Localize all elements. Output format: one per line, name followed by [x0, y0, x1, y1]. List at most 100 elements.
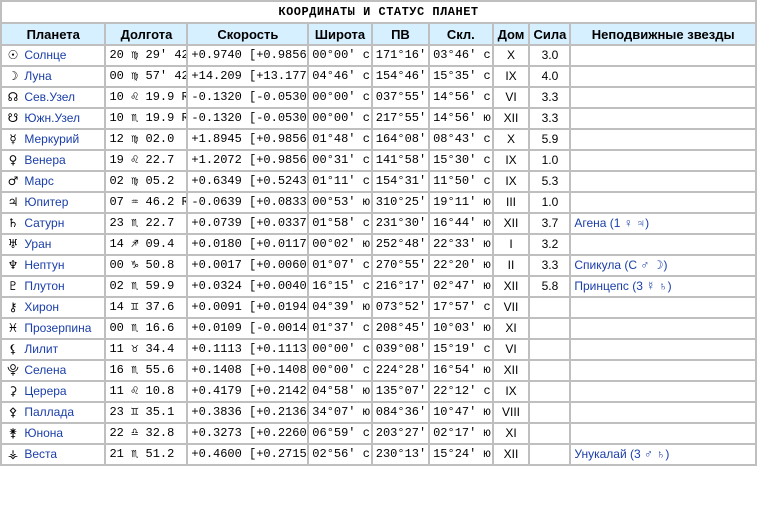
- speed-cell: +0.9740 [+0.9856]: [188, 46, 308, 65]
- planet-link[interactable]: Марс: [24, 174, 53, 188]
- planet-symbol-icon: ☽: [7, 69, 19, 83]
- decl-cell: 22°20' ю: [430, 256, 492, 275]
- planet-link[interactable]: Церера: [24, 384, 66, 398]
- planet-name-cell[interactable]: ♅ Уран: [2, 235, 105, 254]
- planet-name-cell[interactable]: ☿ Меркурий: [2, 130, 105, 149]
- table-row: ♓ Прозерпина 00 ♏ 16.6 +0.0109 [-0.0014] 01…: [2, 319, 755, 338]
- latitude-cell: 00°00' с: [309, 88, 371, 107]
- power-cell: 3.0: [530, 46, 570, 65]
- planet-link[interactable]: Хирон: [24, 300, 59, 314]
- planet-link[interactable]: Солнце: [24, 48, 66, 62]
- house-cell: I: [493, 235, 529, 254]
- planet-name-cell[interactable]: ⚵ Юнона: [2, 424, 105, 443]
- planet-name-cell[interactable]: ⚷ Хирон: [2, 298, 105, 317]
- decl-cell: 02°47' ю: [430, 277, 492, 296]
- planet-link[interactable]: Сатурн: [24, 216, 64, 230]
- planet-name-cell[interactable]: ⚸ Лилит: [2, 340, 105, 359]
- fixed-stars-cell[interactable]: Унукалай (3 ♂ ♄): [571, 445, 755, 464]
- speed-cell: -0.1320 [-0.0530]: [188, 88, 308, 107]
- fixed-stars-cell[interactable]: [571, 403, 755, 422]
- fixed-stars-cell[interactable]: [571, 340, 755, 359]
- speed-cell: +0.0180 [+0.0117]: [188, 235, 308, 254]
- latitude-cell: 01°11' с: [309, 172, 371, 191]
- planet-link[interactable]: Паллада: [24, 405, 74, 419]
- planet-link[interactable]: Селена: [24, 363, 66, 377]
- planet-name-cell[interactable]: ⯓ Селена: [2, 361, 105, 380]
- planet-link[interactable]: Нептун: [24, 258, 64, 272]
- planet-name-cell[interactable]: ⚴ Паллада: [2, 403, 105, 422]
- planet-name-cell[interactable]: ☊ Сев.Узел: [2, 88, 105, 107]
- planet-link[interactable]: Сев.Узел: [24, 90, 75, 104]
- decl-cell: 10°03' ю: [430, 319, 492, 338]
- fixed-stars-cell[interactable]: [571, 235, 755, 254]
- planet-name-cell[interactable]: ☉ Солнце: [2, 46, 105, 65]
- planet-link[interactable]: Лилит: [24, 342, 58, 356]
- fixed-stars-cell[interactable]: [571, 424, 755, 443]
- planet-link[interactable]: Венера: [24, 153, 65, 167]
- longitude-cell: 20 ♍ 29' 42": [106, 46, 187, 65]
- longitude-cell: 19 ♌ 22.7: [106, 151, 187, 170]
- fixed-stars-cell[interactable]: Агена (1 ♀ ♃): [571, 214, 755, 233]
- longitude-cell: 22 ♎ 32.8: [106, 424, 187, 443]
- header-house: Дом: [493, 24, 529, 44]
- ra-cell: 141°58': [372, 151, 429, 170]
- planet-link[interactable]: Юпитер: [24, 195, 68, 209]
- planet-name-cell[interactable]: ♓ Прозерпина: [2, 319, 105, 338]
- planet-name-cell[interactable]: ♂ Марс: [2, 172, 105, 191]
- planet-name-cell[interactable]: ⚶ Веста: [2, 445, 105, 464]
- planet-link[interactable]: Меркурий: [24, 132, 79, 146]
- planet-name-cell[interactable]: ♄ Сатурн: [2, 214, 105, 233]
- fixed-stars-cell[interactable]: [571, 319, 755, 338]
- fixed-stars-cell[interactable]: [571, 109, 755, 128]
- fixed-stars-cell[interactable]: [571, 193, 755, 212]
- ra-cell: 164°08': [372, 130, 429, 149]
- speed-cell: +0.3836 [+0.2136]: [188, 403, 308, 422]
- house-cell: XII: [493, 214, 529, 233]
- house-cell: VI: [493, 88, 529, 107]
- planet-link[interactable]: Юнона: [24, 426, 63, 440]
- planet-symbol-icon: ⚴: [8, 405, 18, 419]
- planet-symbol-icon: ⚸: [8, 342, 18, 356]
- planet-link[interactable]: Уран: [24, 237, 51, 251]
- planet-link[interactable]: Плутон: [24, 279, 64, 293]
- planet-link[interactable]: Прозерпина: [24, 321, 91, 335]
- planet-name-cell[interactable]: ♃ Юпитер: [2, 193, 105, 212]
- fixed-stars-cell[interactable]: [571, 67, 755, 86]
- speed-cell: +14.209 [+13.177]: [188, 67, 308, 86]
- planet-link[interactable]: Веста: [24, 447, 57, 461]
- planet-name-cell[interactable]: ⚳ Церера: [2, 382, 105, 401]
- fixed-stars-cell[interactable]: [571, 130, 755, 149]
- planet-name-cell[interactable]: ☋ Южн.Узел: [2, 109, 105, 128]
- header-planet: Планета: [2, 24, 105, 44]
- power-cell: 3.2: [530, 235, 570, 254]
- fixed-stars-cell[interactable]: [571, 172, 755, 191]
- speed-cell: +0.1408 [+0.1408]: [188, 361, 308, 380]
- speed-cell: +0.0324 [+0.0040]: [188, 277, 308, 296]
- table-row: ☊ Сев.Узел 10 ♌ 19.9 R -0.1320 [-0.0530] 00…: [2, 88, 755, 107]
- fixed-stars-cell[interactable]: [571, 88, 755, 107]
- house-cell: VIII: [493, 403, 529, 422]
- latitude-cell: 04°46' с: [309, 67, 371, 86]
- table-row: ⚸ Лилит 11 ♉ 34.4 +0.1113 [+0.1113] 00°00' …: [2, 340, 755, 359]
- fixed-stars-cell[interactable]: [571, 382, 755, 401]
- fixed-stars-cell[interactable]: [571, 298, 755, 317]
- power-cell: 1.0: [530, 151, 570, 170]
- table-row: ♂ Марс 02 ♍ 05.2 +0.6349 [+0.5243] 01°11' с…: [2, 172, 755, 191]
- fixed-stars-cell[interactable]: [571, 46, 755, 65]
- header-latitude: Широта: [309, 24, 371, 44]
- planet-symbol-icon: ⚵: [8, 426, 18, 440]
- planet-name-cell[interactable]: ♆ Нептун: [2, 256, 105, 275]
- planet-link[interactable]: Южн.Узел: [24, 111, 80, 125]
- fixed-stars-cell[interactable]: [571, 361, 755, 380]
- speed-cell: +0.3273 [+0.2260]: [188, 424, 308, 443]
- fixed-stars-cell[interactable]: Принцепс (3 ☿ ♄): [571, 277, 755, 296]
- planet-name-cell[interactable]: ♀ Венера: [2, 151, 105, 170]
- planet-link[interactable]: Луна: [24, 69, 51, 83]
- planet-name-cell[interactable]: ♇ Плутон: [2, 277, 105, 296]
- decl-cell: 08°43' с: [430, 130, 492, 149]
- fixed-stars-cell[interactable]: [571, 151, 755, 170]
- header-longitude: Долгота: [106, 24, 187, 44]
- speed-cell: +1.8945 [+0.9856]: [188, 130, 308, 149]
- planet-name-cell[interactable]: ☽ Луна: [2, 67, 105, 86]
- fixed-stars-cell[interactable]: Спикула (С ♂ ☽): [571, 256, 755, 275]
